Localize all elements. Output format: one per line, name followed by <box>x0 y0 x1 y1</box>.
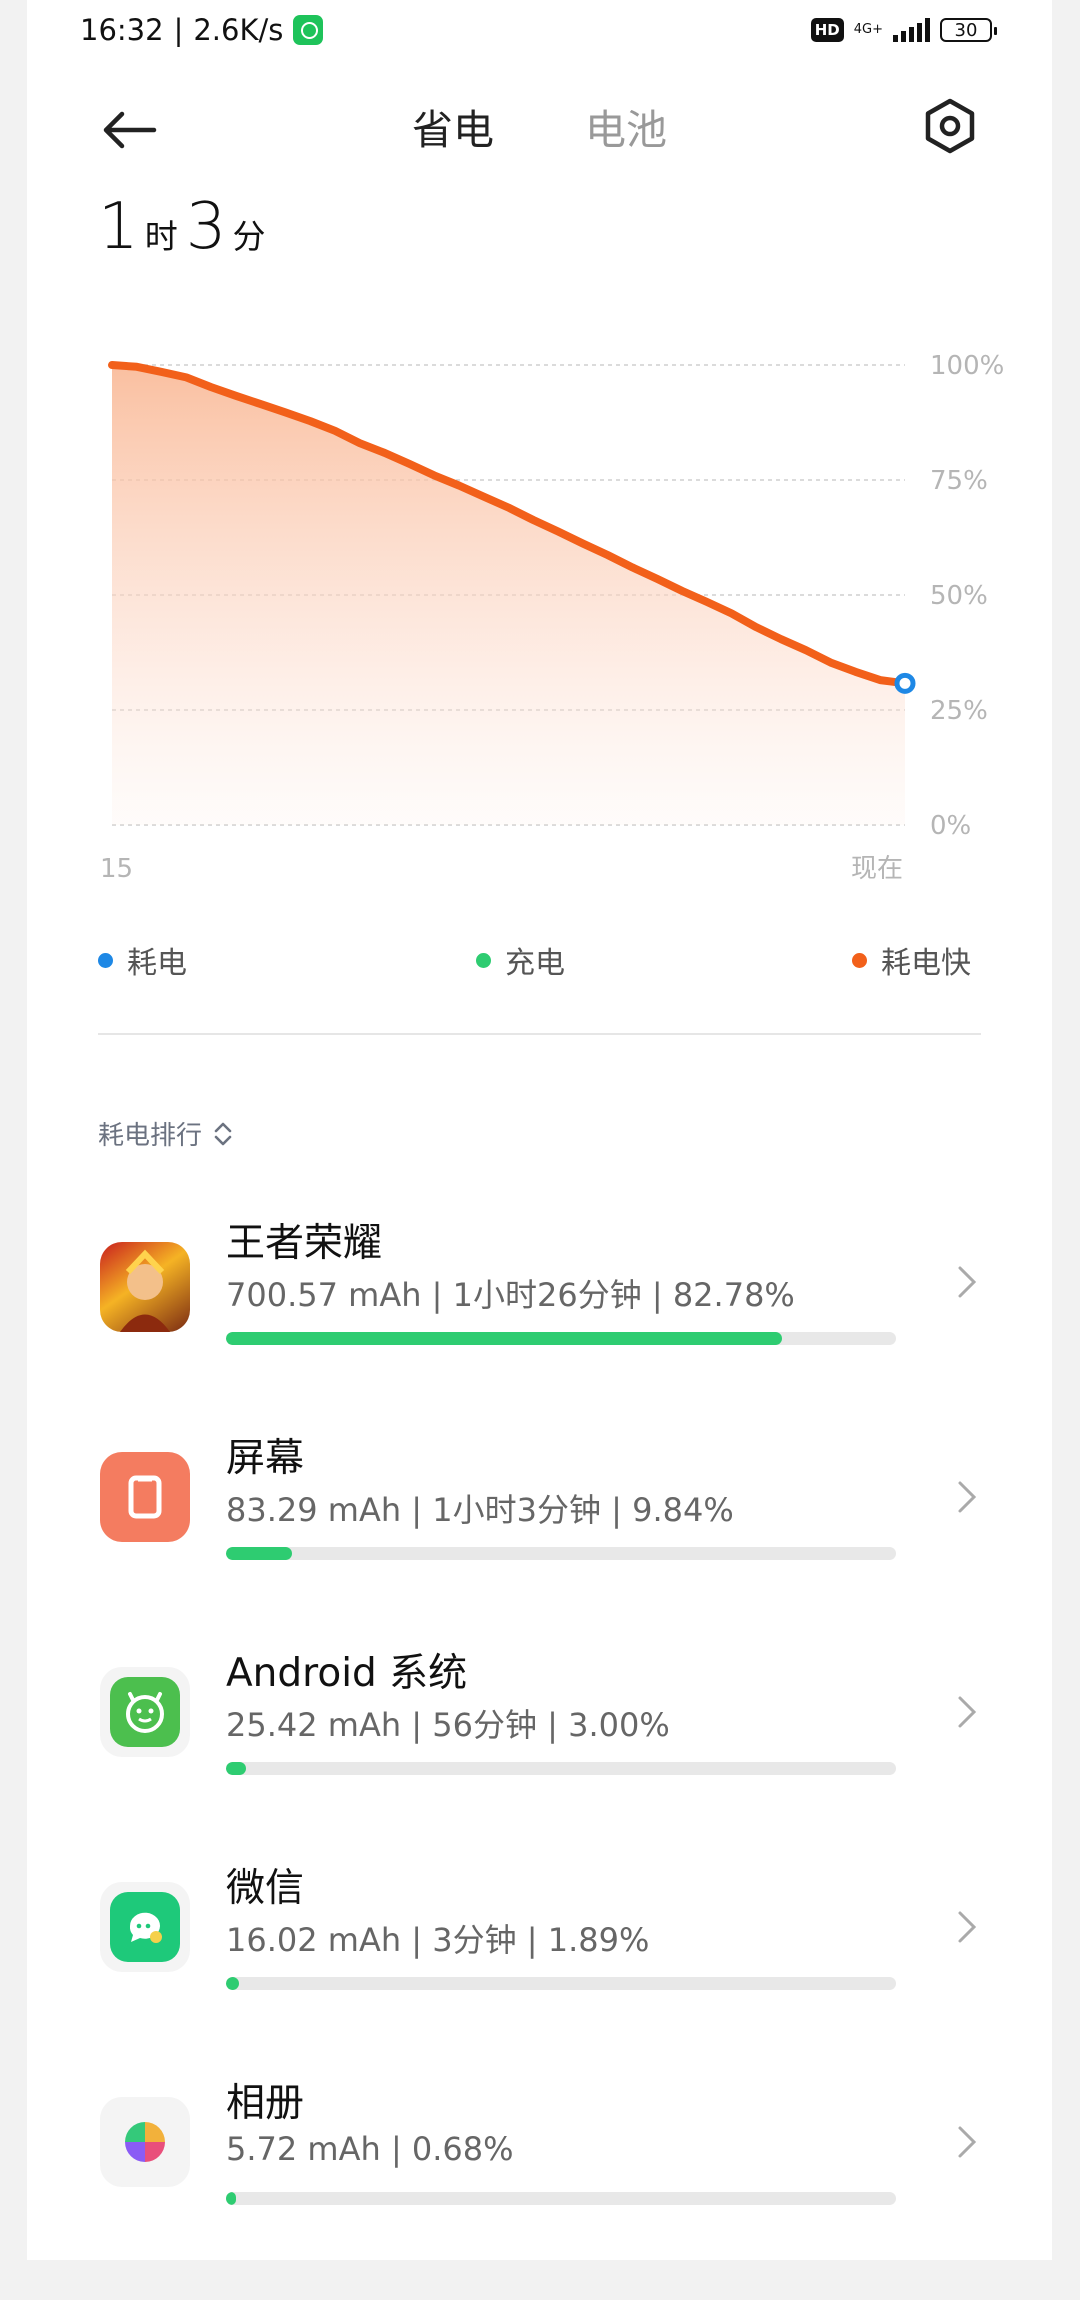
status-time: 16:32 <box>80 13 164 47</box>
sort-toggle-icon <box>214 1122 232 1145</box>
usage-bar <box>226 1977 896 1990</box>
remaining-minutes: 3 <box>185 190 227 264</box>
legend-drain: 耗电 <box>98 938 187 982</box>
usage-bar <box>226 2192 896 2205</box>
app-name: 相册 <box>226 2081 305 2126</box>
list-item-screen[interactable]: 屏幕 83.29 mAh | 1小时3分钟 | 9.84% <box>98 1415 988 1595</box>
chevron-right-icon <box>958 1911 977 1943</box>
legend-drain-label: 耗电 <box>127 946 187 981</box>
tab-battery[interactable]: 电池 <box>585 100 667 160</box>
legend-fast-drain-label: 耗电快 <box>881 946 971 981</box>
game-icon <box>100 1242 190 1332</box>
y-tick-label: 25% <box>930 696 988 726</box>
signal-icon <box>893 18 930 42</box>
legend-charge-label: 充电 <box>505 946 565 981</box>
usage-bar-fill <box>226 1977 239 1990</box>
app-name: 王者荣耀 <box>226 1221 383 1266</box>
app-usage-stat: 5.72 mAh | 0.68% <box>226 2130 514 2168</box>
y-tick-label: 75% <box>930 466 988 496</box>
gallery-icon <box>100 2097 190 2187</box>
sort-selector[interactable]: 耗电排行 <box>98 1115 234 1152</box>
list-item-android-system[interactable]: Android 系统 25.42 mAh | 56分钟 | 3.00% <box>98 1630 988 1810</box>
status-bar-right: HD 4G+ 30 <box>810 12 997 48</box>
tab-power-saving[interactable]: 省电 <box>412 100 494 160</box>
usage-bar-fill <box>226 2192 237 2205</box>
status-separator: | <box>173 13 184 47</box>
chart-current-marker <box>894 672 916 694</box>
app-usage-stat: 16.02 mAh | 3分钟 | 1.89% <box>226 1921 650 1959</box>
app-usage-stat: 83.29 mAh | 1小时3分钟 | 9.84% <box>226 1491 734 1529</box>
chevron-right-icon <box>958 1696 977 1728</box>
legend-charge: 充电 <box>476 938 565 982</box>
legend-charge-dot <box>476 952 491 968</box>
y-tick-label: 100% <box>930 351 1004 381</box>
divider <box>98 1033 981 1035</box>
sort-label: 耗电排行 <box>98 1121 203 1151</box>
app-usage-stat: 700.57 mAh | 1小时26分钟 | 82.78% <box>226 1276 795 1314</box>
remaining-hours: 1 <box>98 190 139 264</box>
screen-icon <box>100 1452 190 1542</box>
usage-bar-fill <box>226 1762 247 1775</box>
usage-bar-fill <box>226 1547 293 1560</box>
usage-bar <box>226 1332 896 1345</box>
status-bar-left: 16:32 | 2.6K/s <box>80 8 324 52</box>
x-tick-label: 现在 <box>851 854 903 884</box>
list-item-gallery[interactable]: 相册 5.72 mAh | 0.68% <box>98 2060 988 2240</box>
back-arrow-icon[interactable] <box>100 100 160 160</box>
legend-drain-dot <box>98 952 113 968</box>
x-tick-label: 15 <box>100 854 133 884</box>
y-tick-label: 50% <box>930 581 988 611</box>
hd-icon: HD <box>810 18 844 42</box>
remaining-minutes-unit: 分 <box>232 217 266 256</box>
wechat-notification-icon <box>293 15 324 45</box>
list-item-wechat[interactable]: 微信 16.02 mAh | 3分钟 | 1.89% <box>98 1845 988 2025</box>
app-name: 微信 <box>226 1866 305 1911</box>
legend-fast-drain: 耗电快 <box>852 938 971 982</box>
wechat-icon <box>100 1882 190 1972</box>
y-tick-label: 0% <box>930 811 971 841</box>
remaining-hours-unit: 时 <box>144 217 178 256</box>
chevron-right-icon <box>958 1481 977 1513</box>
legend-fast-drain-dot <box>852 952 867 968</box>
chevron-right-icon <box>958 1266 977 1298</box>
android-icon <box>100 1667 190 1757</box>
status-net-speed: 2.6K/s <box>193 13 284 47</box>
usage-bar <box>226 1547 896 1560</box>
settings-gear-icon[interactable] <box>922 98 978 154</box>
usage-bar <box>226 1762 896 1775</box>
list-item-honor-of-kings[interactable]: 王者荣耀 700.57 mAh | 1小时26分钟 | 82.78% <box>98 1200 988 1380</box>
battery-icon: 30 <box>940 18 997 42</box>
network-type-label: 4G+ <box>853 22 883 37</box>
usage-bar-fill <box>226 1332 783 1345</box>
app-usage-stat: 25.42 mAh | 56分钟 | 3.00% <box>226 1706 670 1744</box>
app-name: 屏幕 <box>226 1436 305 1481</box>
battery-level-chart: 100% 75% 50% 25% 0% 15 现在 <box>100 351 1004 884</box>
chevron-right-icon <box>958 2126 977 2158</box>
app-name: Android 系统 <box>226 1651 468 1696</box>
remaining-time: 1 时 3 分 <box>98 190 273 264</box>
